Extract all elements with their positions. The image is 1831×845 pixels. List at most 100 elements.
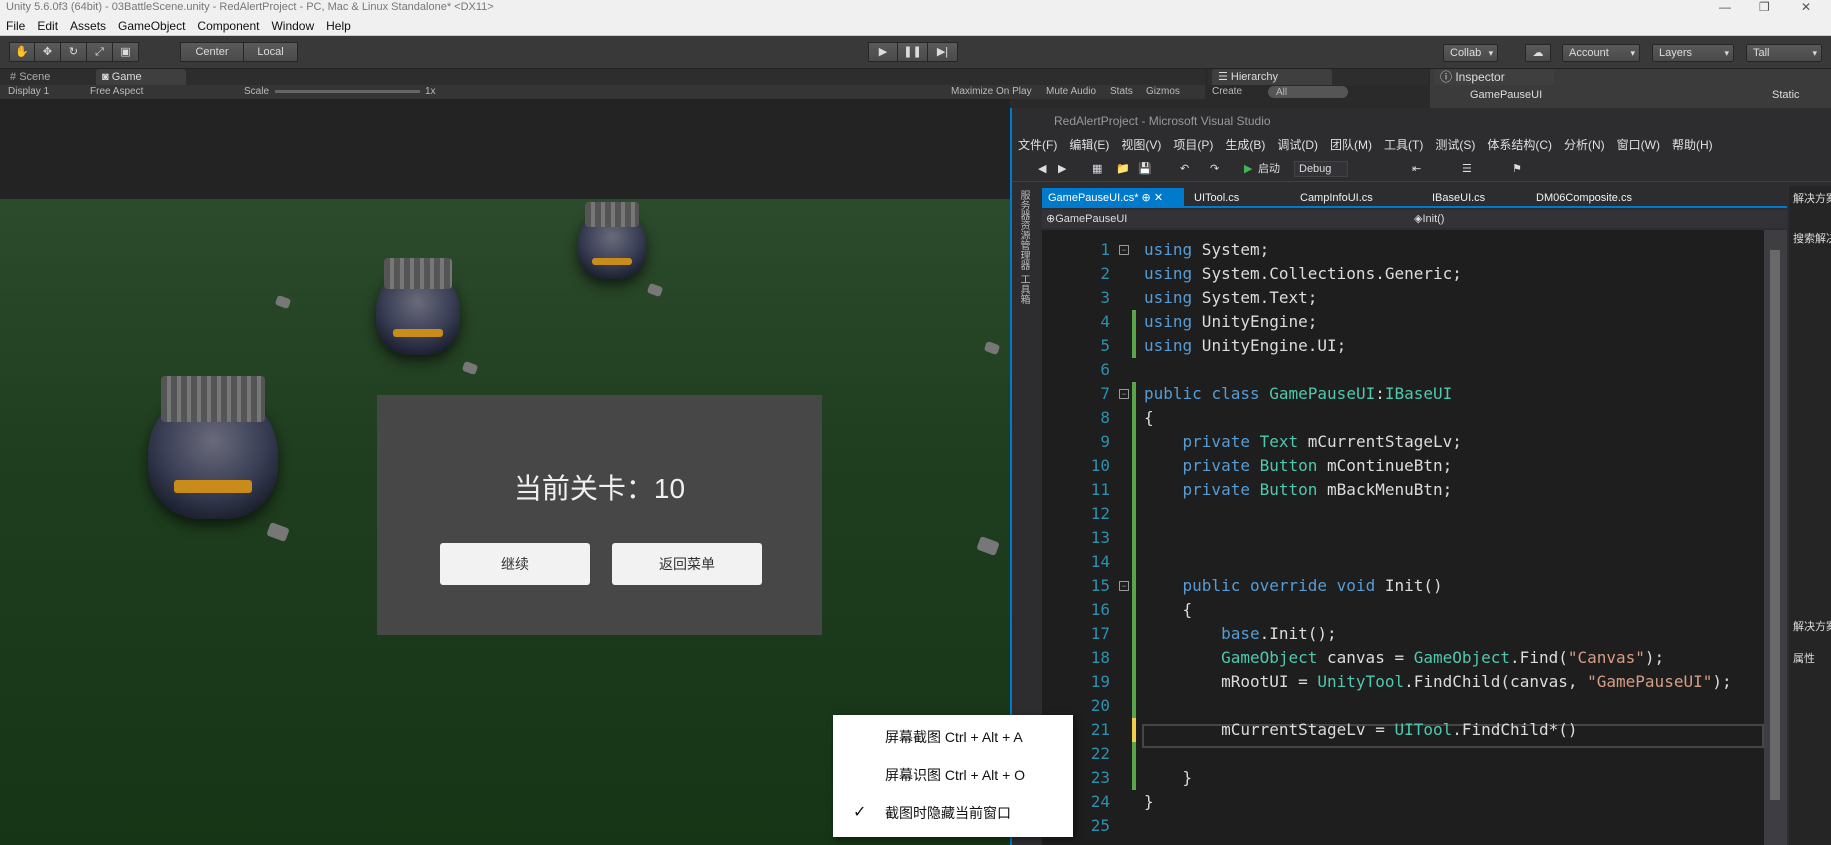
cloud-icon[interactable]: ☁ (1525, 44, 1551, 62)
minimize-icon[interactable]: — (1719, 0, 1731, 15)
server-explorer-tab[interactable]: 服务器资源管理器 (1016, 190, 1031, 270)
mute-audio-toggle[interactable]: Mute Audio (1046, 85, 1096, 99)
maximize-on-play-toggle[interactable]: Maximize On Play (951, 85, 1032, 99)
menu-edit[interactable]: Edit (31, 16, 64, 36)
code-line[interactable]: 6 (1042, 358, 1787, 382)
member-dropdown[interactable]: ◈ Init() (1414, 210, 1444, 228)
undo-icon[interactable]: ↶ (1180, 156, 1189, 182)
rotate-tool-icon[interactable]: ↻ (61, 42, 87, 62)
code-line[interactable]: 5 using UnityEngine.UI; (1042, 334, 1787, 358)
vertical-scrollbar[interactable] (1764, 230, 1787, 845)
vs-menu-item[interactable]: 体系结构(C) (1481, 134, 1558, 156)
scale-tool-icon[interactable]: ⤢ (87, 42, 113, 62)
collapse-toggle-icon[interactable]: − (1119, 581, 1129, 591)
code-line[interactable]: 1 using System; (1042, 238, 1787, 262)
hierarchy-create-dropdown[interactable]: Create (1212, 85, 1242, 99)
vs-menu-item[interactable]: 项目(P) (1167, 134, 1219, 156)
redo-icon[interactable]: ↷ (1210, 156, 1219, 182)
tab-hierarchy[interactable]: ☰ Hierarchy (1212, 69, 1332, 85)
code-line[interactable]: 9 private Text mCurrentStageLv; (1042, 430, 1787, 454)
pin-icon[interactable]: ⊕ (1142, 192, 1151, 204)
format-icon[interactable]: ⇤ (1412, 156, 1421, 182)
account-dropdown[interactable]: Account (1562, 44, 1640, 62)
vs-menu-item[interactable]: 编辑(E) (1063, 134, 1115, 156)
code-line[interactable]: 18 GameObject canvas = GameObject.Find("… (1042, 646, 1787, 670)
menu-file[interactable]: File (0, 16, 31, 36)
doc-tab-campinfoui[interactable]: CampInfoUI.cs (1294, 188, 1379, 208)
collapse-toggle-icon[interactable]: − (1119, 245, 1129, 255)
pause-icon[interactable]: ❚❚ (898, 42, 928, 62)
close-tab-icon[interactable]: ✕ (1154, 192, 1163, 204)
doc-tab-dm06composite[interactable]: DM06Composite.cs (1530, 188, 1638, 208)
start-icon[interactable]: ▶ (1244, 156, 1252, 182)
context-menu-item[interactable]: ✓ 截图时隐藏当前窗口 (833, 795, 1073, 831)
toolbox-tab[interactable]: 工具箱 (1016, 274, 1031, 304)
context-menu-item[interactable]: 屏幕识图 Ctrl + Alt + O (833, 757, 1073, 793)
code-line[interactable]: 19 mRootUI = UnityTool.FindChild(canvas,… (1042, 670, 1787, 694)
code-line[interactable]: 2 using System.Collections.Generic; (1042, 262, 1787, 286)
scrollbar-thumb[interactable] (1770, 250, 1780, 800)
menu-assets[interactable]: Assets (64, 16, 112, 36)
vs-menu-item[interactable]: 团队(M) (1324, 134, 1378, 156)
code-line[interactable]: 4 using UnityEngine; (1042, 310, 1787, 334)
open-icon[interactable]: 📁 (1116, 156, 1130, 182)
doc-tab-gamepauseui[interactable]: GamePauseUI.cs* ⊕ ✕ (1042, 188, 1184, 208)
code-line[interactable]: 21 mCurrentStageLv = UITool.FindChild*() (1042, 718, 1787, 742)
tab-scene[interactable]: # Scene (4, 69, 56, 85)
gizmos-dropdown[interactable]: Gizmos (1146, 85, 1180, 99)
restore-icon[interactable]: ❐ (1759, 0, 1770, 15)
start-button[interactable]: 启动 (1258, 156, 1280, 182)
code-line[interactable]: 17 base.Init(); (1042, 622, 1787, 646)
code-line[interactable]: 25 (1042, 814, 1787, 838)
aspect-dropdown[interactable]: Free Aspect (90, 85, 143, 99)
code-line[interactable]: 20 (1042, 694, 1787, 718)
tab-inspector[interactable]: ⓘ Inspector (1434, 69, 1554, 85)
vs-menu-item[interactable]: 帮助(H) (1666, 134, 1719, 156)
code-line[interactable]: 11 private Button mBackMenuBtn; (1042, 478, 1787, 502)
vs-menu-item[interactable]: 文件(F) (1012, 134, 1063, 156)
code-line[interactable]: 12 (1042, 502, 1787, 526)
doc-tab-uitool[interactable]: UITool.cs (1188, 188, 1245, 208)
forward-icon[interactable]: ▶ (1058, 156, 1066, 182)
save-icon[interactable]: 💾 (1138, 156, 1152, 182)
doc-tab-ibaseui[interactable]: IBaseUI.cs (1426, 188, 1491, 208)
code-line[interactable]: 13 (1042, 526, 1787, 550)
menu-help[interactable]: Help (320, 16, 357, 36)
code-line[interactable]: 24} (1042, 790, 1787, 814)
solution-explorer-tab[interactable]: 解决方案资 (1793, 618, 1831, 634)
vs-menu-item[interactable]: 视图(V) (1115, 134, 1167, 156)
vs-menu-item[interactable]: 生成(B) (1219, 134, 1271, 156)
back-menu-button[interactable]: 返回菜单 (612, 543, 762, 585)
inspector-object-name[interactable]: GamePauseUI (1470, 89, 1542, 101)
code-line[interactable]: 8{ (1042, 406, 1787, 430)
code-line[interactable]: 3 using System.Text; (1042, 286, 1787, 310)
pivot-center-button[interactable]: Center (180, 42, 244, 62)
pivot-local-button[interactable]: Local (244, 42, 298, 62)
code-line[interactable]: 22 (1042, 742, 1787, 766)
menu-gameobject[interactable]: GameObject (112, 16, 191, 36)
new-project-icon[interactable]: ▦ (1092, 156, 1102, 182)
collapse-toggle-icon[interactable]: − (1119, 389, 1129, 399)
play-icon[interactable]: ▶ (868, 42, 898, 62)
code-line[interactable]: 16 { (1042, 598, 1787, 622)
vs-menu-item[interactable]: 分析(N) (1558, 134, 1611, 156)
bookmark-icon[interactable]: ⚑ (1512, 156, 1522, 182)
layout-dropdown[interactable]: Tall (1746, 44, 1822, 62)
vs-menu-item[interactable]: 测试(S) (1429, 134, 1481, 156)
hand-tool-icon[interactable]: ✋ (9, 42, 35, 62)
comment-icon[interactable]: ☰ (1462, 156, 1472, 182)
continue-button[interactable]: 继续 (440, 543, 590, 585)
close-icon[interactable]: ✕ (1801, 0, 1811, 15)
class-dropdown[interactable]: ⊕ GamePauseUI (1046, 210, 1127, 228)
code-line[interactable]: 10 private Button mContinueBtn; (1042, 454, 1787, 478)
menu-component[interactable]: Component (191, 16, 265, 36)
collab-dropdown[interactable]: Collab (1443, 44, 1499, 62)
hierarchy-search-input[interactable]: All (1268, 86, 1348, 98)
code-line[interactable]: 7 public class GamePauseUI:IBaseUI (1042, 382, 1787, 406)
code-line[interactable]: 14 (1042, 550, 1787, 574)
move-tool-icon[interactable]: ✥ (35, 42, 61, 62)
solution-search-input[interactable]: 搜索解决方 (1793, 230, 1831, 246)
stats-toggle[interactable]: Stats (1110, 85, 1133, 99)
config-dropdown[interactable]: Debug (1294, 161, 1349, 177)
vs-menu-item[interactable]: 调试(D) (1271, 134, 1324, 156)
